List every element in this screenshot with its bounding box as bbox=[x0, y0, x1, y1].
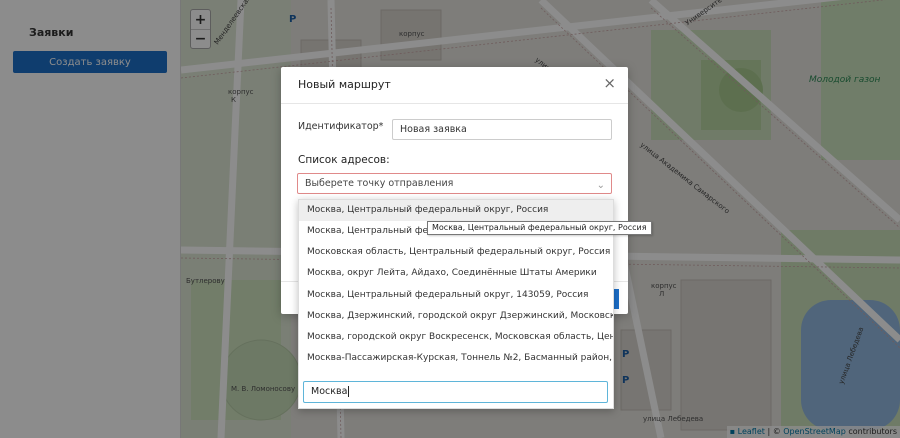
departure-point-select[interactable]: Выберете точку отправления ⌄ bbox=[297, 173, 612, 194]
chevron-down-icon: ⌄ bbox=[596, 180, 605, 191]
address-search-input[interactable]: Москва bbox=[303, 381, 608, 403]
identifier-label: Идентификатор* bbox=[298, 121, 384, 132]
modal-title: Новый маршрут bbox=[298, 78, 391, 91]
identifier-input[interactable]: Новая заявка bbox=[392, 119, 612, 140]
dropdown-option[interactable]: Московская область, Центральный федераль… bbox=[299, 242, 613, 263]
address-search-value: Москва bbox=[311, 386, 348, 397]
close-icon[interactable]: × bbox=[603, 76, 616, 91]
address-list-label: Список адресов: bbox=[298, 154, 390, 166]
dropdown-option[interactable]: Москва, Центральный федеральный округ, 1… bbox=[299, 285, 613, 306]
text-caret bbox=[348, 386, 350, 397]
dropdown-option[interactable]: Москва, Дзержинский, городской округ Дзе… bbox=[299, 306, 613, 327]
dropdown-option[interactable]: Москва, Центральный федеральный округ, Р… bbox=[299, 200, 613, 221]
dropdown-option[interactable]: Москва, городской округ Воскресенск, Мос… bbox=[299, 327, 613, 348]
dropdown-option[interactable]: Москва-Пассажирская-Курская, Тоннель №2,… bbox=[299, 348, 613, 369]
option-tooltip: Москва, Центральный федеральный округ, Р… bbox=[427, 221, 652, 235]
modal-header: Новый маршрут × bbox=[281, 67, 628, 104]
dropdown-option[interactable]: Москва, округ Лейта, Айдахо, Соединённые… bbox=[299, 263, 613, 284]
departure-point-placeholder: Выберете точку отправления bbox=[305, 178, 454, 189]
